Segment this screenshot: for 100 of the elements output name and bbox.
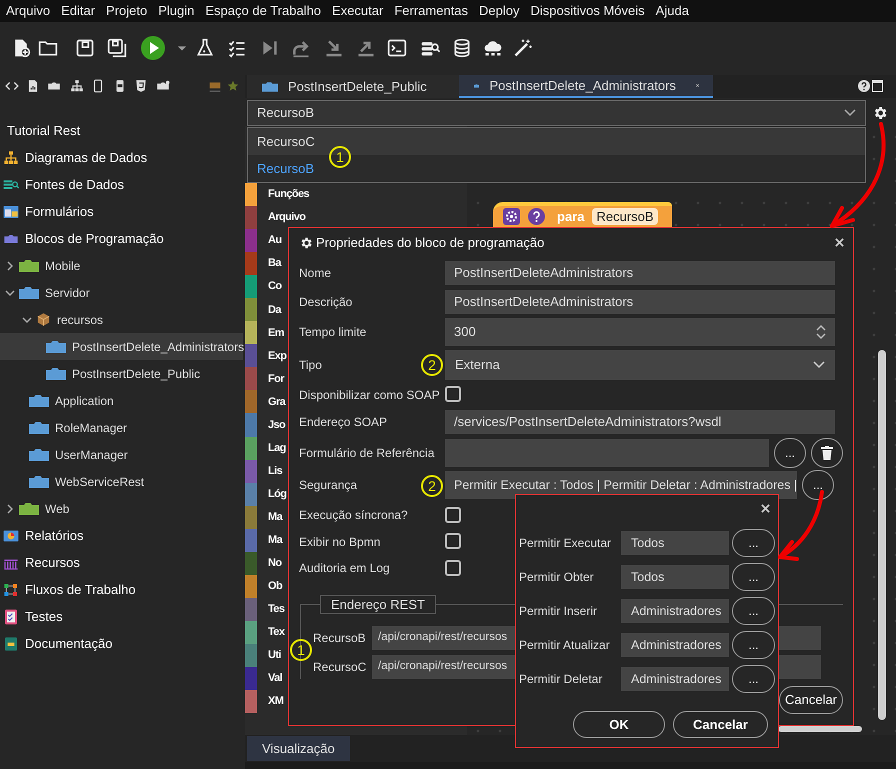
checklist-icon[interactable] [227, 38, 247, 58]
delete-button[interactable] [811, 438, 843, 468]
checkbox[interactable] [445, 533, 461, 550]
tree-item[interactable]: PostInsertDelete_Administrators [0, 333, 243, 360]
tree-item[interactable]: RoleManager [0, 414, 243, 441]
flask-icon[interactable] [195, 38, 215, 58]
save-icon[interactable] [75, 38, 95, 58]
help-icon[interactable] [858, 80, 870, 92]
number-field[interactable]: 300 [445, 318, 835, 346]
browse-button[interactable]: ... [732, 597, 775, 625]
tree-item[interactable]: Application [0, 387, 243, 414]
browse-button[interactable]: ... [732, 665, 775, 693]
menu-item[interactable]: Editar [61, 1, 96, 21]
tree-item[interactable]: Web [0, 495, 243, 522]
category-label[interactable]: XM [268, 693, 284, 710]
select-field[interactable]: Externa [445, 350, 835, 380]
tree-item[interactable]: Mobile [0, 252, 243, 279]
checkbox[interactable] [445, 560, 461, 576]
editor-tab[interactable]: PostInsertDelete_Administrators [459, 75, 713, 98]
horizontal-scrollbar[interactable] [778, 726, 862, 732]
text-field[interactable]: PostInsertDeleteAdministrators [445, 260, 835, 284]
tree-item[interactable]: Recursos [0, 549, 243, 576]
html5-icon[interactable] [134, 79, 148, 93]
database-icon[interactable] [452, 38, 472, 58]
report-icon[interactable] [26, 79, 40, 93]
category-label[interactable]: Jso [268, 416, 286, 434]
category-label[interactable]: Exp [268, 348, 286, 364]
tree-item[interactable]: Testes [0, 603, 243, 630]
category-label[interactable]: Co [268, 278, 282, 295]
close-icon[interactable] [761, 504, 770, 513]
picker-field[interactable] [445, 438, 769, 466]
category-label[interactable]: No [268, 555, 282, 572]
tree-item[interactable]: Fluxos de Trabalho [0, 576, 243, 603]
browse-button[interactable]: ... [802, 470, 834, 500]
tree-item[interactable]: Relatórios [0, 522, 243, 549]
step-into-icon[interactable] [324, 38, 344, 58]
category-label[interactable]: Val [268, 670, 282, 687]
save-all-icon[interactable] [107, 38, 127, 58]
menu-item[interactable]: Deploy [479, 1, 520, 21]
code-icon[interactable] [5, 79, 19, 93]
help-icon[interactable] [528, 208, 545, 225]
category-label[interactable]: Uti [268, 647, 281, 664]
text-field[interactable]: Administradores [621, 633, 729, 657]
preview-tab[interactable]: Visualização [247, 736, 350, 761]
magic-wand-icon[interactable] [513, 38, 533, 58]
tree-item[interactable]: recursos [0, 306, 243, 333]
menu-item[interactable]: Projeto [106, 1, 148, 21]
cancel-button[interactable]: Cancelar [673, 711, 768, 738]
category-label[interactable]: For [268, 370, 284, 388]
terminal-icon[interactable] [387, 38, 407, 58]
spinner-icon[interactable] [816, 324, 826, 340]
mobile-phone-icon[interactable] [91, 79, 105, 93]
category-label[interactable]: Ba [268, 255, 281, 272]
tree-item[interactable]: Blocos de Programação [0, 225, 243, 252]
play-icon[interactable] [141, 36, 165, 60]
menu-item[interactable]: Dispositivos Móveis [530, 1, 645, 21]
text-field[interactable]: Todos [621, 531, 729, 555]
category-label[interactable]: Gra [268, 394, 286, 410]
text-field[interactable]: /services/PostInsertDeleteAdministrators?wsdl [445, 410, 835, 434]
star-icon[interactable] [226, 79, 240, 93]
editor-tab[interactable]: PostInsertDelete_Public [247, 75, 459, 98]
menu-item[interactable]: Plugin [158, 1, 194, 21]
text-field[interactable]: Todos [621, 565, 729, 589]
chevron-down-icon[interactable] [22, 314, 32, 324]
category-label[interactable]: Lóg [268, 486, 286, 502]
category-label[interactable]: Lis [268, 462, 282, 480]
menu-item[interactable]: Espaço de Trabalho [205, 1, 322, 21]
ok-button[interactable]: OK [573, 711, 665, 738]
vertical-scrollbar[interactable] [878, 350, 886, 720]
cloud-icon[interactable] [483, 38, 503, 58]
tree-item[interactable]: Fontes de Dados [0, 171, 243, 198]
text-field[interactable]: Administradores [621, 599, 729, 623]
browse-button[interactable]: ... [732, 631, 775, 659]
category-label[interactable]: Funções [268, 186, 310, 203]
category-label[interactable]: Tex [268, 624, 284, 641]
tree-item[interactable]: Diagramas de Dados [0, 144, 243, 171]
category-label[interactable]: Tes [268, 601, 284, 618]
category-label[interactable]: Au [268, 232, 282, 249]
tree-item[interactable]: Servidor [0, 279, 243, 306]
chevron-right-icon[interactable] [5, 260, 15, 270]
category-label[interactable]: Em [268, 324, 284, 342]
category-label[interactable]: Da [268, 302, 281, 318]
browse-button[interactable]: ... [774, 438, 806, 468]
menu-item[interactable]: Ajuda [656, 1, 689, 21]
cancel-button[interactable]: Cancelar [779, 686, 843, 714]
tree-item[interactable]: PostInsertDelete_Public [0, 360, 243, 387]
resource-select[interactable]: RecursoB [247, 100, 866, 126]
close-icon[interactable] [835, 238, 844, 247]
browse-button[interactable]: ... [732, 563, 775, 591]
category-label[interactable]: Arquivo [268, 209, 306, 226]
sitemap-icon[interactable] [70, 79, 84, 93]
settings-icon[interactable] [872, 105, 888, 121]
menu-item[interactable]: Ferramentas [394, 1, 468, 21]
checkbox[interactable] [445, 506, 461, 523]
chevron-right-icon[interactable] [5, 504, 15, 514]
menu-item[interactable]: Arquivo [6, 1, 50, 21]
category-label[interactable]: Ma [268, 532, 282, 548]
chevron-down-icon[interactable] [5, 288, 15, 298]
category-label[interactable]: Ob [268, 578, 282, 595]
text-field[interactable]: Administradores [621, 667, 729, 691]
